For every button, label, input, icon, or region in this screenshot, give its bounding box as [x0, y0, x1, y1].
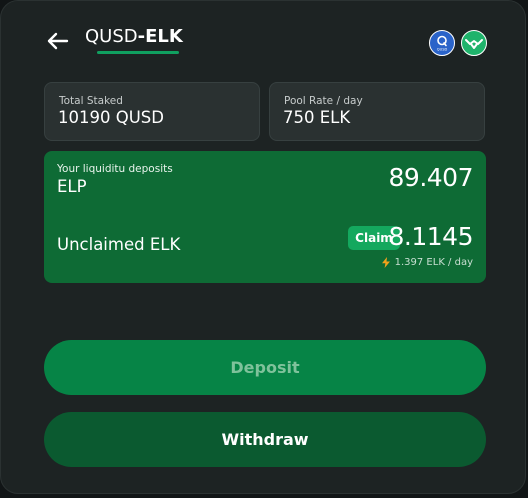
deposits-value: 89.407 — [388, 163, 474, 192]
pool-rate-box: Pool Rate / day 750 ELK — [269, 82, 485, 141]
deposits-label: Your liquiditu deposits — [57, 163, 173, 175]
pair-token-b: -ELK — [137, 26, 183, 47]
card-header: QUSD-ELK QUSD — [45, 25, 487, 59]
qusd-icon-text: QUSD — [437, 48, 448, 52]
arrow-left-icon — [47, 32, 69, 50]
reward-rate-text: 1.397 ELK / day — [394, 257, 473, 268]
pool-rate-value: 750 ELK — [283, 108, 351, 127]
withdraw-button[interactable]: Withdraw — [44, 412, 486, 467]
title-underline — [97, 51, 179, 54]
staking-card: QUSD-ELK QUSD Total Staked 10190 QUSD Po… — [0, 0, 526, 494]
back-button[interactable] — [45, 29, 71, 53]
deposits-panel: Your liquiditu deposits ELP 89.407 Uncla… — [44, 151, 486, 283]
pair-token-a: QUSD — [85, 26, 138, 47]
reward-rate: 1.397 ELK / day — [381, 257, 473, 268]
total-staked-value: 10190 QUSD — [58, 108, 164, 127]
deposits-token: ELP — [57, 177, 87, 196]
elk-token-icon — [461, 30, 487, 56]
lightning-icon — [381, 257, 390, 268]
deposit-button[interactable]: Deposit — [44, 340, 486, 395]
qusd-token-icon: QUSD — [429, 30, 455, 56]
total-staked-box: Total Staked 10190 QUSD — [44, 82, 260, 141]
pool-rate-label: Pool Rate / day — [284, 95, 363, 107]
total-staked-label: Total Staked — [59, 95, 123, 107]
unclaimed-label: Unclaimed ELK — [57, 235, 181, 254]
pair-title: QUSD-ELK — [85, 26, 183, 54]
unclaimed-value: 8.1145 — [388, 222, 474, 251]
